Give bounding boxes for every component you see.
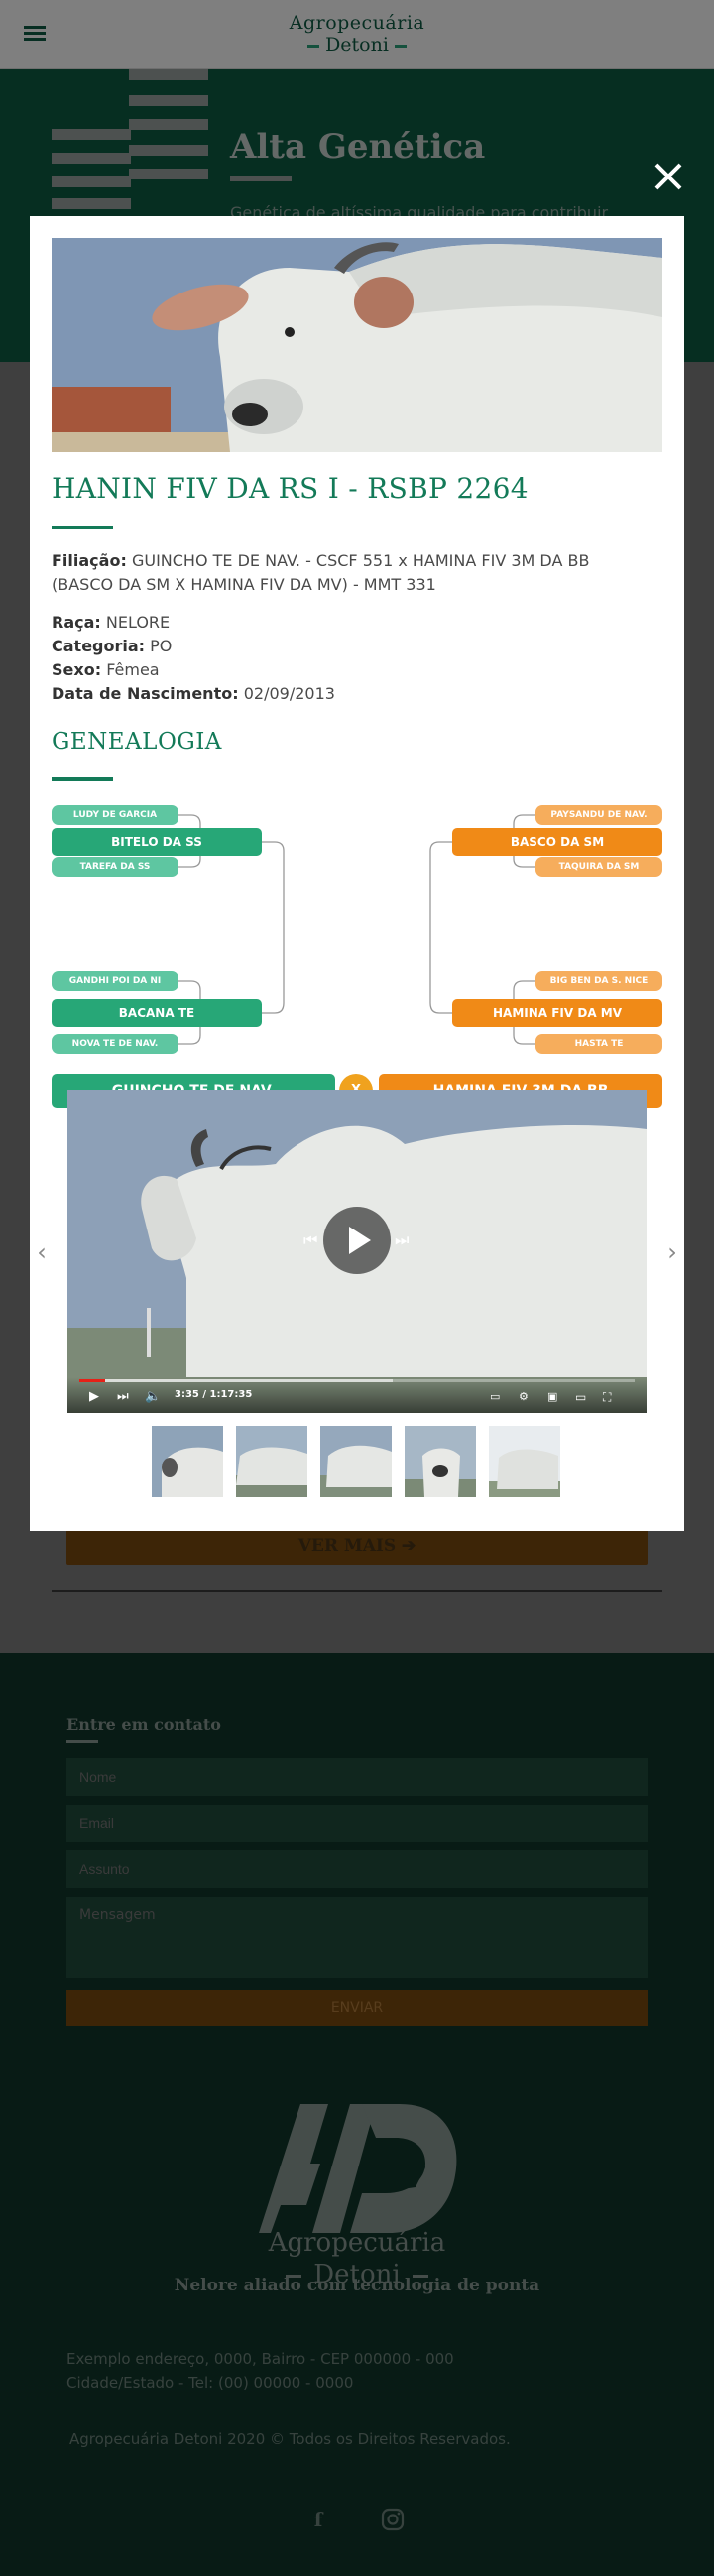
thumbnail[interactable] <box>489 1426 560 1497</box>
ancestor-node[interactable]: LUDY DE GARCIA <box>52 805 178 825</box>
settings-icon[interactable]: ⚙ <box>519 1387 529 1407</box>
ancestor-node[interactable]: BIG BEN DA S. NICE <box>536 971 662 991</box>
subtitles-icon[interactable]: ▭ <box>490 1387 500 1407</box>
close-icon[interactable] <box>651 159 686 194</box>
skip-back-icon[interactable]: ⏮ <box>303 1230 317 1250</box>
ancestor-node[interactable]: BITELO DA SS <box>52 828 262 856</box>
thumbnail[interactable] <box>236 1426 307 1497</box>
play-icon[interactable] <box>323 1207 391 1274</box>
video-controls: ▶ ⏭ 🔈 3:35 / 1:17:35 ▭ ⚙ ▣ ▭ ⛶ <box>67 1377 647 1413</box>
specs-list: Raça: NELORE Categoria: PO Sexo: Fêmea D… <box>52 611 647 706</box>
video-progress-fill <box>79 1379 105 1382</box>
thumbnail[interactable] <box>152 1426 223 1497</box>
ancestor-node[interactable]: BACANA TE <box>52 999 262 1027</box>
animal-photo[interactable] <box>52 238 662 452</box>
skip-forward-icon[interactable]: ⏭ <box>395 1230 409 1250</box>
ancestor-node[interactable]: HAMINA FIV DA MV <box>452 999 662 1027</box>
ancestor-node[interactable]: NOVA TE DE NAV. <box>52 1034 178 1054</box>
ancestor-node[interactable]: BASCO DA SM <box>452 828 662 856</box>
fullscreen-icon[interactable]: ⛶ <box>603 1387 611 1407</box>
theater-icon[interactable]: ▭ <box>575 1387 586 1407</box>
spec-label: Raça: <box>52 613 101 632</box>
gallery-prev-icon[interactable]: ‹ <box>32 1237 52 1267</box>
video-time: 3:35 / 1:17:35 <box>175 1389 253 1400</box>
animal-title: HANIN FIV DA RS I - RSBP 2264 <box>52 472 529 505</box>
spec-raca: Raça: NELORE <box>52 611 647 635</box>
genealogy-title: GENEALOGIA <box>52 729 222 755</box>
spec-categoria: Categoria: PO <box>52 635 647 658</box>
spec-value: Fêmea <box>106 660 160 679</box>
ancestor-node[interactable]: TAREFA DA SS <box>52 857 178 877</box>
ancestor-node[interactable]: GANDHI POI DA NI <box>52 971 178 991</box>
thumbnail-strip <box>152 1426 568 1497</box>
volume-icon[interactable]: 🔈 <box>145 1387 161 1407</box>
video-progress-bar[interactable] <box>79 1379 635 1382</box>
genealogy-divider <box>52 777 113 781</box>
spec-value: 02/09/2013 <box>243 684 335 703</box>
animal-detail-modal: HANIN FIV DA RS I - RSBP 2264 Filiação: … <box>30 216 684 1531</box>
spec-value: NELORE <box>105 613 171 632</box>
spec-nascimento: Data de Nascimento: 02/09/2013 <box>52 682 647 706</box>
play-control-icon[interactable]: ▶ <box>89 1387 99 1407</box>
spec-value: PO <box>150 637 173 655</box>
filiacao-text: Filiação: GUINCHO TE DE NAV. - CSCF 551 … <box>52 549 647 597</box>
miniplayer-icon[interactable]: ▣ <box>547 1387 557 1407</box>
title-divider <box>52 526 113 529</box>
filiacao-value: GUINCHO TE DE NAV. - CSCF 551 x HAMINA F… <box>52 551 590 594</box>
ancestor-node[interactable]: TAQUIRA DA SM <box>536 857 662 877</box>
gallery-next-icon[interactable]: › <box>662 1237 682 1267</box>
thumbnail[interactable] <box>320 1426 392 1497</box>
spec-label: Data de Nascimento: <box>52 684 239 703</box>
genealogy-tree: LUDY DE GARCIA BITELO DA SS TAREFA DA SS… <box>52 805 662 1108</box>
spec-sexo: Sexo: Fêmea <box>52 658 647 682</box>
spec-label: Sexo: <box>52 660 102 679</box>
thumbnail[interactable] <box>405 1426 476 1497</box>
next-control-icon[interactable]: ⏭ <box>117 1387 129 1407</box>
filiacao-label: Filiação: <box>52 551 127 570</box>
ancestor-node[interactable]: HASTA TE <box>536 1034 662 1054</box>
spec-label: Categoria: <box>52 637 146 655</box>
video-player[interactable]: ⏮ ⏭ ▶ ⏭ 🔈 3:35 / 1:17:35 ▭ ⚙ ▣ ▭ ⛶ <box>67 1090 647 1413</box>
ancestor-node[interactable]: PAYSANDU DE NAV. <box>536 805 662 825</box>
